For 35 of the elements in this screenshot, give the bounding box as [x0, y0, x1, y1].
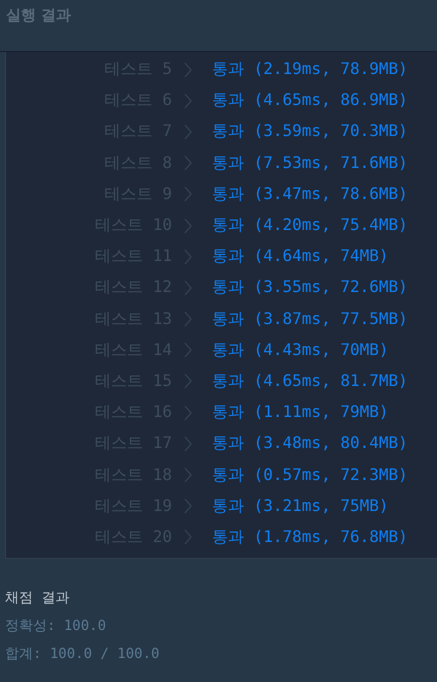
chevron-icon — [184, 92, 192, 109]
chevron-icon — [184, 436, 192, 452]
chevron-icon — [184, 62, 192, 78]
chevron-icon — [184, 404, 192, 421]
test-result: 통과 (1.11ms, 79MB) — [212, 402, 388, 424]
test-result: 통과 (3.48ms, 80.4MB) — [212, 433, 408, 454]
score-text: 합계: 100.0 / 100.0 — [5, 645, 160, 663]
test-result: 통과 (3.55ms, 72.6MB) — [212, 277, 408, 298]
score-text: 정확성: 100.0 — [5, 617, 108, 635]
chevron-icon — [184, 529, 192, 546]
test-result: 통과 (4.65ms, 81.7MB) — [212, 370, 408, 392]
test-result: 통과 (3.47ms, 78.6MB) — [212, 184, 408, 205]
test-result: 통과 (3.59ms, 70.3MB) — [212, 121, 408, 142]
chevron-icon — [184, 124, 192, 140]
test-result: 통과 (4.20ms, 75.4MB) — [212, 215, 408, 236]
test-result: 통과 (4.43ms, 70MB) — [212, 340, 388, 361]
test-result: 통과 (3.87ms, 77.5MB) — [212, 308, 408, 330]
chevron-icon — [184, 218, 192, 234]
chevron-icon — [184, 280, 192, 296]
test-result: 통과 (2.19ms, 78.9MB) — [212, 59, 408, 80]
chevron-icon — [184, 155, 192, 172]
chevron-icon — [184, 467, 192, 484]
section-title: 채점 결과 — [5, 589, 70, 607]
chevron-icon — [184, 373, 192, 390]
test-result: 통과 (7.53ms, 71.6MB) — [212, 152, 408, 174]
chevron-icon — [184, 311, 192, 328]
chevron-icon — [184, 186, 192, 202]
chevron-icon — [184, 248, 192, 265]
test-result: 통과 (1.78ms, 76.8MB) — [212, 526, 408, 548]
test-result: 통과 (4.65ms, 86.9MB) — [212, 90, 408, 112]
chevron-icon — [184, 342, 192, 358]
test-result: 통과 (0.57ms, 72.3MB) — [212, 464, 408, 486]
chevron-icon — [184, 498, 192, 514]
test-result: 통과 (4.64ms, 74MB) — [212, 246, 388, 268]
test-result: 통과 (3.21ms, 75MB) — [212, 496, 388, 517]
